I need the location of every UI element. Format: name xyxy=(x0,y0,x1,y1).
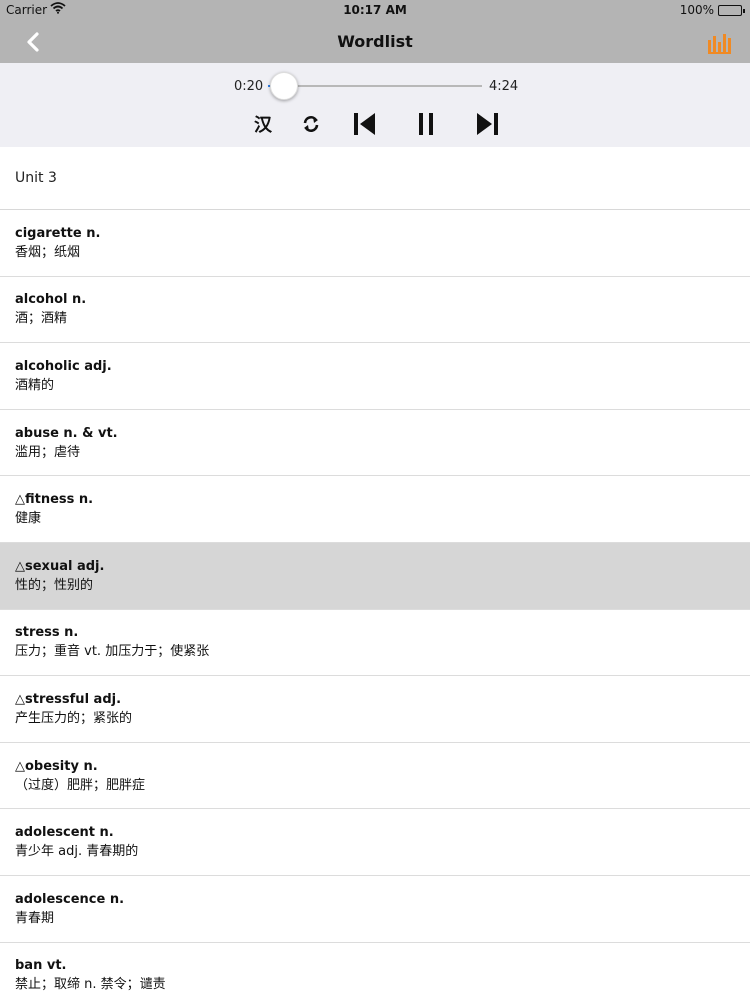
word-term: ban vt. xyxy=(15,958,67,974)
word-term: △sexual adj. xyxy=(15,558,105,574)
word-term: △obesity n. xyxy=(15,758,98,774)
next-button[interactable] xyxy=(473,109,503,139)
word-meaning: 健康 xyxy=(15,511,42,527)
word-meaning: 酒；酒精 xyxy=(15,311,68,327)
word-row-adolescence[interactable]: adolescence n. 青春期 xyxy=(0,876,750,943)
slider-knob[interactable] xyxy=(270,72,299,100)
word-meaning: 青少年 adj. 青春期的 xyxy=(15,844,139,860)
word-meaning: 香烟；纸烟 xyxy=(15,244,81,260)
word-term: cigarette n. xyxy=(15,225,101,241)
word-term: adolescence n. xyxy=(15,891,125,907)
section-header: Unit 3 xyxy=(0,147,750,210)
skip-back-icon xyxy=(354,113,375,135)
word-term: alcoholic adj. xyxy=(15,358,112,374)
word-row-abuse[interactable]: abuse n. & vt. 滥用；虐待 xyxy=(0,410,750,477)
word-meaning: 滥用；虐待 xyxy=(15,444,81,460)
word-meaning: （过度）肥胖；肥胖症 xyxy=(15,777,146,793)
word-term: alcohol n. xyxy=(15,292,87,308)
navigation-bar: Wordlist xyxy=(0,20,750,63)
clock: 10:17 AM xyxy=(343,3,407,17)
word-meaning: 压力；重音 vt. 加压力于；使紧张 xyxy=(15,644,210,660)
page-title: Wordlist xyxy=(337,32,413,51)
word-list: Unit 3 cigarette n. 香烟；纸烟 alcohol n. 酒；酒… xyxy=(0,147,750,1000)
word-term: △stressful adj. xyxy=(15,691,122,707)
progress-slider[interactable] xyxy=(268,72,482,100)
word-row-alcoholic[interactable]: alcoholic adj. 酒精的 xyxy=(0,343,750,410)
slider-track xyxy=(268,85,482,87)
audio-player: 0:20 4:24 汉 xyxy=(0,63,750,147)
previous-button[interactable] xyxy=(349,109,379,139)
pause-button[interactable] xyxy=(411,109,441,139)
skip-forward-icon xyxy=(477,113,498,135)
word-term: abuse n. & vt. xyxy=(15,425,118,441)
word-term: adolescent n. xyxy=(15,825,114,841)
word-row-ban[interactable]: ban vt. 禁止；取缔 n. 禁令；谴责 xyxy=(0,943,750,1000)
repeat-button[interactable] xyxy=(296,109,326,139)
word-row-fitness[interactable]: △fitness n. 健康 xyxy=(0,476,750,543)
word-meaning: 性的；性别的 xyxy=(15,577,94,593)
word-row-obesity[interactable]: △obesity n. （过度）肥胖；肥胖症 xyxy=(0,743,750,810)
word-term: stress n. xyxy=(15,625,79,641)
word-meaning: 酒精的 xyxy=(15,377,55,393)
current-time: 0:20 xyxy=(234,79,264,94)
word-row-sexual[interactable]: △sexual adj. 性的；性别的 xyxy=(0,542,750,610)
status-bar: Carrier 10:17 AM 100% xyxy=(0,0,750,20)
word-row-adolescent[interactable]: adolescent n. 青少年 adj. 青春期的 xyxy=(0,809,750,876)
bar-chart-button[interactable] xyxy=(708,32,732,54)
battery-icon xyxy=(718,5,745,16)
word-meaning: 禁止；取缔 n. 禁令；谴责 xyxy=(15,977,166,993)
word-row-cigarette[interactable]: cigarette n. 香烟；纸烟 xyxy=(0,210,750,277)
word-meaning: 产生压力的；紧张的 xyxy=(15,710,133,726)
repeat-icon xyxy=(303,116,319,132)
word-term: △fitness n. xyxy=(15,492,94,508)
bar-chart-icon xyxy=(708,34,731,54)
battery-percent: 100% xyxy=(679,3,714,17)
pause-icon xyxy=(419,113,433,135)
word-row-alcohol[interactable]: alcohol n. 酒；酒精 xyxy=(0,277,750,344)
word-meaning: 青春期 xyxy=(15,910,55,926)
total-time: 4:24 xyxy=(489,79,519,94)
chinese-toggle-button[interactable]: 汉 xyxy=(248,109,278,139)
word-row-stress[interactable]: stress n. 压力；重音 vt. 加压力于；使紧张 xyxy=(0,610,750,677)
word-row-stressful[interactable]: △stressful adj. 产生压力的；紧张的 xyxy=(0,676,750,743)
